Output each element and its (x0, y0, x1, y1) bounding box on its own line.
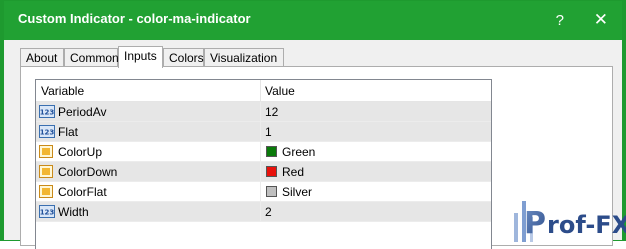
tab-inputs[interactable]: Inputs (118, 46, 163, 68)
color-swatch (266, 146, 277, 157)
column-header-value[interactable]: Value (265, 84, 295, 98)
variable-value[interactable]: Silver (282, 185, 312, 199)
variable-value[interactable]: Red (282, 165, 304, 179)
color-icon (39, 165, 53, 178)
color-swatch (266, 186, 277, 197)
close-button[interactable]: ✕ (594, 10, 608, 30)
svg-text:123: 123 (40, 209, 55, 217)
column-header-variable[interactable]: Variable (41, 84, 84, 98)
variable-name: PeriodAv (58, 105, 107, 119)
variable-value[interactable]: 2 (265, 205, 272, 219)
svg-text:rof-FX: rof-FX (547, 211, 626, 239)
table-row[interactable]: 123 Width 2 (36, 202, 491, 222)
table-row[interactable]: 123 PeriodAv 12 (36, 102, 491, 122)
table-row[interactable]: 123 Flat 1 (36, 122, 491, 142)
tab-visualization[interactable]: Visualization (204, 48, 284, 66)
svg-text:123: 123 (40, 129, 55, 137)
window-title: Custom Indicator - color-ma-indicator (18, 11, 251, 26)
tab-common[interactable]: Common (64, 48, 119, 66)
tab-about[interactable]: About (20, 48, 64, 66)
variable-name: Flat (58, 125, 79, 139)
svg-text:P: P (524, 206, 546, 241)
variable-name: ColorUp (58, 145, 103, 159)
help-button[interactable]: ? (556, 12, 564, 29)
variable-value[interactable]: 12 (265, 105, 278, 119)
numeric-icon: 123 (39, 125, 55, 138)
table-row[interactable]: ColorFlat Silver (36, 182, 491, 202)
variable-name: ColorDown (58, 165, 118, 179)
title-bar[interactable]: Custom Indicator - color-ma-indicator ? … (4, 1, 622, 40)
variable-name: Width (58, 205, 89, 219)
variable-value[interactable]: 1 (265, 125, 272, 139)
color-swatch (266, 166, 277, 177)
table-row[interactable]: ColorDown Red (36, 162, 491, 182)
variable-name: ColorFlat (58, 185, 107, 199)
color-icon (39, 185, 53, 198)
variable-value[interactable]: Green (282, 145, 315, 159)
numeric-icon: 123 (39, 205, 55, 218)
numeric-icon: 123 (39, 105, 55, 118)
tab-colors[interactable]: Colors (163, 48, 204, 66)
color-icon (39, 145, 53, 158)
grid-header: Variable Value (36, 80, 491, 102)
prof-fx-logo: P rof-FX (514, 201, 626, 242)
table-row[interactable]: ColorUp Green (36, 142, 491, 162)
indicator-dialog: Custom Indicator - color-ma-indicator ? … (0, 0, 626, 249)
inputs-grid: Variable Value 123 PeriodAv 12 123 Flat … (35, 79, 492, 249)
svg-text:123: 123 (40, 109, 55, 117)
